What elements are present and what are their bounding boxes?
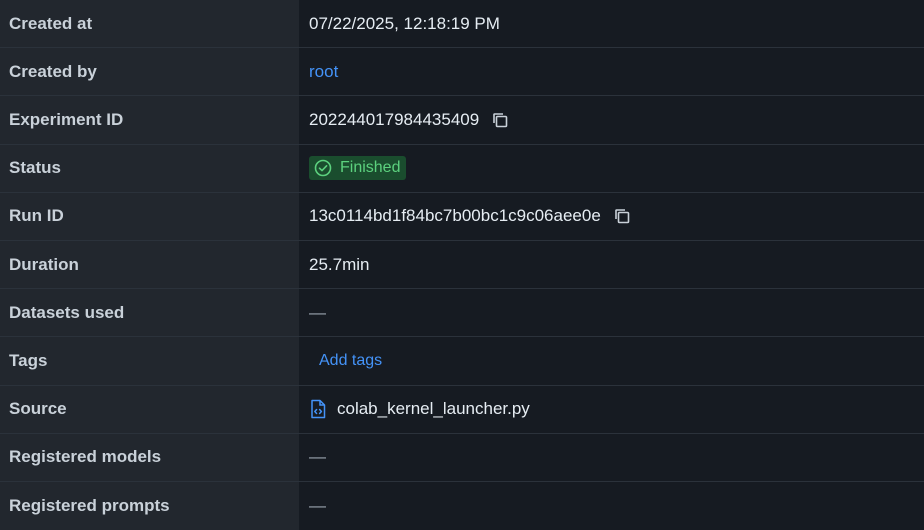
check-circle-icon <box>314 159 332 177</box>
row-registered-models: Registered models — <box>0 433 924 482</box>
created-at-label: Created at <box>0 0 299 48</box>
duration-value-cell: 25.7min <box>299 240 924 289</box>
status-value-cell: Finished <box>299 144 924 192</box>
experiment-id-value-cell: 202244017984435409 <box>299 96 924 144</box>
registered-prompts-label: Registered prompts <box>0 481 299 530</box>
tags-value-cell: Add tags <box>299 337 924 385</box>
registered-prompts-value-cell: — <box>299 481 924 530</box>
status-badge: Finished <box>309 156 407 181</box>
add-tags-button[interactable]: Add tags <box>319 352 382 370</box>
row-tags: Tags Add tags <box>0 337 924 386</box>
registered-models-value: — <box>309 447 326 467</box>
run-id-label: Run ID <box>0 192 299 240</box>
duration-value: 25.7min <box>309 254 370 274</box>
row-status: Status Finished <box>0 144 924 193</box>
status-label: Status <box>0 144 299 192</box>
source-value-cell: colab_kernel_launcher.py <box>299 385 924 433</box>
created-at-value-cell: 07/22/2025, 12:18:19 PM <box>299 0 924 48</box>
run-id-value: 13c0114bd1f84bc7b00bc1c9c06aee0e <box>309 206 601 226</box>
registered-prompts-value: — <box>309 495 326 515</box>
created-by-link[interactable]: root <box>309 62 338 82</box>
registered-models-value-cell: — <box>299 433 924 481</box>
status-text: Finished <box>340 159 401 177</box>
row-created-by: Created by root <box>0 48 924 97</box>
copy-icon[interactable] <box>489 109 511 131</box>
experiment-id-label: Experiment ID <box>0 96 299 144</box>
row-experiment-id: Experiment ID 202244017984435409 <box>0 96 924 145</box>
row-source: Source colab_kernel_launcher.py <box>0 385 924 434</box>
row-created-at: Created at 07/22/2025, 12:18:19 PM <box>0 0 924 49</box>
source-filename: colab_kernel_launcher.py <box>337 399 530 419</box>
datasets-used-value-cell: — <box>299 289 924 337</box>
datasets-used-label: Datasets used <box>0 289 299 337</box>
duration-label: Duration <box>0 240 299 289</box>
datasets-used-value: — <box>309 302 326 322</box>
registered-models-label: Registered models <box>0 433 299 481</box>
tags-label: Tags <box>0 337 299 385</box>
created-by-label: Created by <box>0 48 299 96</box>
created-at-value: 07/22/2025, 12:18:19 PM <box>309 13 500 33</box>
row-registered-prompts: Registered prompts — <box>0 481 924 530</box>
python-file-icon <box>309 399 327 419</box>
row-duration: Duration 25.7min <box>0 240 924 290</box>
experiment-id-value: 202244017984435409 <box>309 109 480 129</box>
row-datasets-used: Datasets used — <box>0 289 924 338</box>
row-run-id: Run ID 13c0114bd1f84bc7b00bc1c9c06aee0e <box>0 192 924 241</box>
source-link[interactable]: colab_kernel_launcher.py <box>309 399 530 419</box>
copy-icon[interactable] <box>611 205 633 227</box>
created-by-value-cell: root <box>299 48 924 96</box>
source-label: Source <box>0 385 299 433</box>
run-details-table: Created at 07/22/2025, 12:18:19 PM Creat… <box>0 0 924 530</box>
run-id-value-cell: 13c0114bd1f84bc7b00bc1c9c06aee0e <box>299 192 924 240</box>
